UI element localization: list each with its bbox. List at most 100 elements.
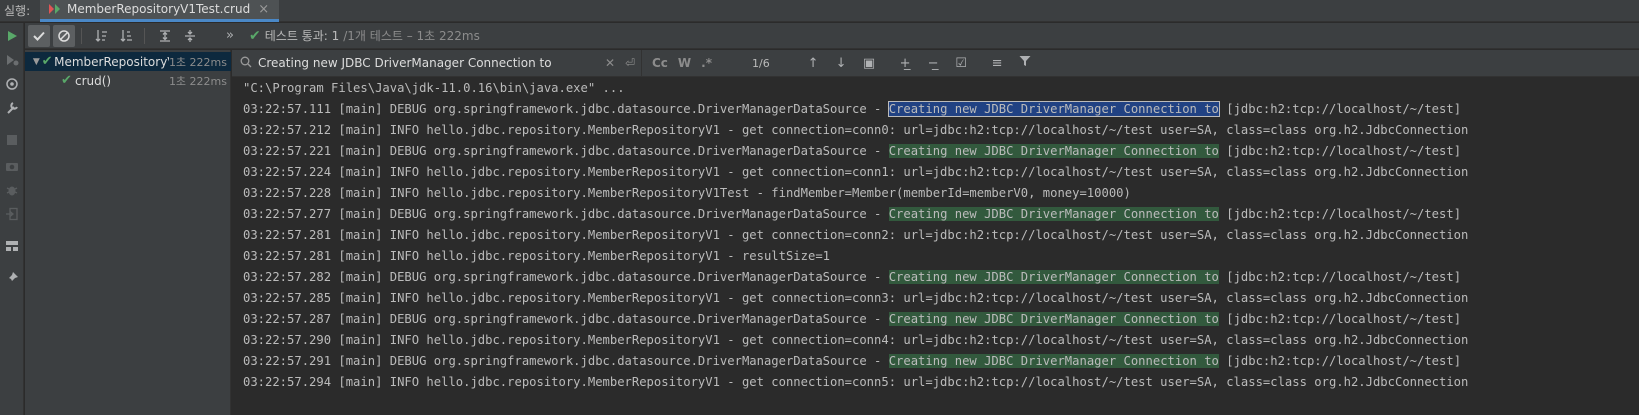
show-ignored-icon[interactable] — [53, 24, 75, 47]
console-line: 03:22:57.224 [main] INFO hello.jdbc.repo… — [243, 162, 1468, 183]
console-line-prefix: 03:22:57.277 [main] DEBUG org.springfram… — [243, 207, 889, 221]
toolbar-separator — [81, 27, 82, 44]
console-line-prefix: 03:22:57.111 [main] DEBUG org.springfram… — [243, 102, 889, 116]
select-all-occurrences-icon[interactable]: ▣ — [862, 56, 876, 71]
chevron-down-icon[interactable]: ▼ — [31, 57, 42, 67]
console-line-prefix: 03:22:57.291 [main] DEBUG org.springfram… — [243, 354, 889, 368]
test-duration: 1초 222ms — [168, 55, 227, 69]
console-line: 03:22:57.111 [main] DEBUG org.springfram… — [243, 99, 1461, 120]
previous-match-icon[interactable]: ↑ — [806, 56, 820, 71]
test-results-tree: ▼ ✔ MemberRepositoryV1 1초 222ms ✔ crud()… — [25, 50, 231, 415]
search-match: Creating new JDBC DriverManager Connecti… — [888, 312, 1219, 326]
console-line-suffix: [jdbc:h2:tcp://localhost/~/test] — [1218, 354, 1462, 368]
search-icon — [240, 56, 252, 71]
pin-icon[interactable] — [2, 268, 22, 288]
more-icon[interactable]: » — [219, 25, 241, 47]
console-line-text: 03:22:57.285 [main] INFO hello.jdbc.repo… — [243, 291, 1469, 305]
test-runner-toolbar: » ✔ 테스트 통과: 1 /1개 테스트 – 1초 222ms — [25, 23, 1639, 49]
filter-icon[interactable] — [1018, 55, 1032, 71]
console-line: 03:22:57.282 [main] DEBUG org.springfram… — [243, 267, 1461, 288]
test-status-detail: /1개 테스트 – 1초 222ms — [343, 29, 480, 43]
add-occurrence-icon[interactable]: +̲ — [898, 56, 912, 71]
console-line-suffix: [jdbc:h2:tcp://localhost/~/test] — [1218, 207, 1462, 221]
test-run-icon — [48, 2, 62, 16]
left-toolbar — [0, 23, 24, 415]
search-match: Creating new JDBC DriverManager Connecti… — [888, 207, 1219, 221]
test-method-name: crud() — [75, 73, 112, 88]
settings-wrench-icon[interactable] — [2, 98, 22, 118]
test-passed-icon: ✔ — [41, 54, 53, 69]
current-search-match: Creating new JDBC DriverManager Connecti… — [887, 101, 1220, 117]
console-line: "C:\Program Files\Java\jdk-11.0.16\bin\j… — [243, 78, 625, 99]
expand-all-icon[interactable] — [154, 25, 176, 47]
layout-icon[interactable] — [2, 236, 22, 256]
console-search-bar: Creating new JDBC DriverManager Connecti… — [232, 49, 1639, 77]
search-match: Creating new JDBC DriverManager Connecti… — [888, 144, 1219, 158]
run-configuration-tab[interactable]: MemberRepositoryV1Test.crud × — [40, 0, 280, 22]
console-line-text: 03:22:57.294 [main] INFO hello.jdbc.repo… — [243, 375, 1469, 389]
run-tool-window-header: 실행: MemberRepositoryV1Test.crud × — [0, 0, 1639, 22]
tab-title: MemberRepositoryV1Test.crud — [67, 2, 251, 16]
search-input[interactable]: Creating new JDBC DriverManager Connecti… — [258, 56, 601, 70]
console-line-text: 03:22:57.212 [main] INFO hello.jdbc.repo… — [243, 123, 1469, 137]
console-line: 03:22:57.277 [main] DEBUG org.springfram… — [243, 204, 1461, 225]
search-match: Creating new JDBC DriverManager Connecti… — [888, 270, 1219, 284]
console-line-text: "C:\Program Files\Java\jdk-11.0.16\bin\j… — [243, 81, 625, 95]
search-match: Creating new JDBC DriverManager Connecti… — [888, 354, 1219, 368]
new-line-icon[interactable]: ⏎ — [619, 56, 641, 70]
debug-icon[interactable] — [2, 74, 22, 94]
close-tab-icon[interactable]: × — [258, 2, 269, 17]
sort-alpha-icon[interactable] — [91, 25, 113, 47]
console-line: 03:22:57.290 [main] INFO hello.jdbc.repo… — [243, 330, 1468, 351]
regex-button[interactable]: .* — [701, 56, 712, 70]
tree-item-test-method[interactable]: ✔ crud() 1초 222ms — [25, 71, 231, 90]
camera-icon[interactable] — [2, 156, 22, 176]
run-label: 실행: — [4, 4, 31, 18]
test-duration: 1초 222ms — [168, 74, 227, 88]
console-line-suffix: [jdbc:h2:tcp://localhost/~/test] — [1218, 270, 1462, 284]
console-line-text: 03:22:57.224 [main] INFO hello.jdbc.repo… — [243, 165, 1469, 179]
sort-duration-icon[interactable] — [116, 25, 138, 47]
run-icon[interactable] — [2, 26, 22, 46]
console-line: 03:22:57.281 [main] INFO hello.jdbc.repo… — [243, 246, 830, 267]
test-passed-icon: ✔ — [249, 27, 261, 44]
console-line-prefix: 03:22:57.221 [main] DEBUG org.springfram… — [243, 144, 889, 158]
console-line: 03:22:57.285 [main] INFO hello.jdbc.repo… — [243, 288, 1468, 309]
clear-icon[interactable]: ✕ — [601, 56, 619, 70]
test-class-name: MemberRepositoryV1 — [54, 54, 169, 69]
console-line-text: 03:22:57.290 [main] INFO hello.jdbc.repo… — [243, 333, 1469, 347]
bug-icon[interactable] — [2, 180, 22, 200]
console-line-prefix: 03:22:57.287 [main] DEBUG org.springfram… — [243, 312, 889, 326]
select-all-icon[interactable]: ☑ — [954, 56, 968, 71]
console-line-text: 03:22:57.281 [main] INFO hello.jdbc.repo… — [243, 249, 830, 263]
console-line-prefix: 03:22:57.282 [main] DEBUG org.springfram… — [243, 270, 889, 284]
console-line: 03:22:57.281 [main] INFO hello.jdbc.repo… — [243, 225, 1468, 246]
search-field[interactable]: Creating new JDBC DriverManager Connecti… — [232, 49, 642, 77]
console-line-suffix: [jdbc:h2:tcp://localhost/~/test] — [1218, 102, 1462, 116]
console-line: 03:22:57.212 [main] INFO hello.jdbc.repo… — [243, 120, 1468, 141]
console-line: 03:22:57.291 [main] DEBUG org.springfram… — [243, 351, 1461, 372]
console-line: 03:22:57.228 [main] INFO hello.jdbc.repo… — [243, 183, 1131, 204]
whole-words-button[interactable]: W — [678, 56, 691, 70]
exit-icon[interactable] — [2, 204, 22, 224]
stop-icon[interactable] — [2, 130, 22, 150]
console-line-suffix: [jdbc:h2:tcp://localhost/~/test] — [1218, 144, 1462, 158]
multiline-icon[interactable]: ≡ — [990, 56, 1004, 71]
match-case-button[interactable]: Cc — [652, 56, 668, 70]
console-line: 03:22:57.221 [main] DEBUG org.springfram… — [243, 141, 1461, 162]
toolbar-separator — [144, 27, 145, 44]
remove-occurrence-icon[interactable]: −̲ — [926, 56, 940, 71]
test-passed-icon: ✔ — [61, 73, 72, 88]
collapse-all-icon[interactable] — [179, 25, 201, 47]
next-match-icon[interactable]: ↓ — [834, 56, 848, 71]
console-line: 03:22:57.294 [main] INFO hello.jdbc.repo… — [243, 372, 1468, 393]
console-line-text: 03:22:57.281 [main] INFO hello.jdbc.repo… — [243, 228, 1469, 242]
console-line: 03:22:57.287 [main] DEBUG org.springfram… — [243, 309, 1461, 330]
test-status-label: 테스트 통과: 1 — [264, 29, 340, 43]
rerun-failed-icon[interactable] — [2, 50, 22, 70]
console-line-text: 03:22:57.228 [main] INFO hello.jdbc.repo… — [243, 186, 1131, 200]
console-line-suffix: [jdbc:h2:tcp://localhost/~/test] — [1218, 312, 1462, 326]
tree-item-test-class[interactable]: ▼ ✔ MemberRepositoryV1 1초 222ms — [25, 52, 231, 71]
show-passed-icon[interactable] — [28, 24, 50, 47]
console-output[interactable]: "C:\Program Files\Java\jdk-11.0.16\bin\j… — [232, 78, 1639, 415]
